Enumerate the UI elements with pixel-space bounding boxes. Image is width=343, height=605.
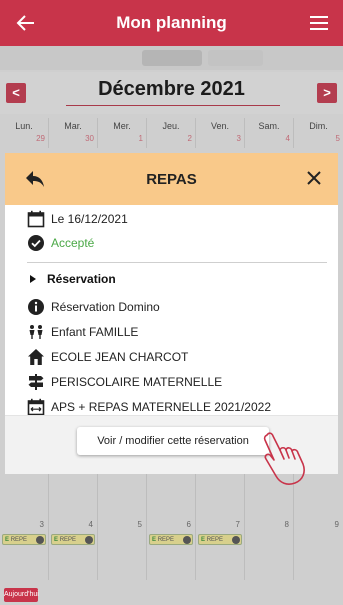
calendar-week-row: 3 E REPE 4 E REPE 5 6 E REPE 7 E REPE 8 …	[0, 472, 343, 580]
month-title: Décembre 2021	[98, 78, 245, 100]
back-arrow-icon[interactable]	[25, 170, 45, 188]
card-title: REPAS	[146, 170, 197, 188]
check-circle-icon	[183, 536, 191, 544]
check-circle-icon	[36, 536, 44, 544]
weekday-header: Mar. 30	[49, 118, 98, 148]
service-row: PERISCOLAIRE MATERNELLE	[27, 373, 222, 391]
service-name: PERISCOLAIRE MATERNELLE	[51, 375, 223, 389]
caret-right-icon	[30, 275, 36, 283]
reservation-chip[interactable]: E REPE	[51, 534, 95, 545]
hamburger-menu-icon[interactable]	[309, 13, 329, 33]
close-icon[interactable]	[306, 170, 322, 186]
status-row: Accepté	[27, 234, 94, 252]
app-bar: Mon planning	[0, 0, 343, 46]
view-edit-reservation-button[interactable]: Voir / modifier cette réservation	[77, 427, 269, 455]
activity-name: APS + REPAS MATERNELLE 2021/2022	[51, 400, 272, 414]
reservation-date: Le 16/12/2021	[51, 212, 128, 226]
calendar-day-cell[interactable]: 8	[245, 472, 294, 580]
check-circle-icon	[85, 536, 93, 544]
school-row: ECOLE JEAN CHARCOT	[27, 348, 188, 366]
next-month-button[interactable]: >	[317, 83, 337, 103]
weekday-header: Lun. 29	[0, 118, 49, 148]
weekday-row: Lun. 29 Mar. 30 Mer. 1 Jeu. 2 Ven. 3 Sam. 4 Di…	[0, 118, 343, 148]
view-toggle[interactable]	[142, 50, 202, 66]
card-header: REPAS	[5, 153, 338, 205]
child-name: Enfant FAMILLE	[51, 325, 139, 339]
calendar-day-cell[interactable]: 7 E REPE	[196, 472, 245, 580]
weekday-header: Jeu. 2	[147, 118, 196, 148]
page-title: Mon planning	[116, 13, 227, 32]
calendar-day-cell[interactable]: 9	[294, 472, 343, 580]
reservation-section-title: Réservation	[47, 272, 116, 286]
info-icon	[28, 299, 44, 315]
divider	[27, 262, 327, 263]
calendar-day-cell[interactable]: 3 E REPE	[0, 472, 49, 580]
reservation-chip[interactable]: E REPE	[2, 534, 46, 545]
reservation-chip[interactable]: E REPE	[149, 534, 193, 545]
status-badge: Accepté	[51, 236, 95, 250]
reservation-source: Réservation Domino	[51, 300, 160, 314]
date-row: Le 16/12/2021	[27, 210, 128, 228]
month-underline	[66, 105, 280, 106]
weekday-header: Ven. 3	[196, 118, 245, 148]
weekday-header: Mer. 1	[98, 118, 147, 148]
today-button[interactable]: Aujourd'hui	[4, 588, 39, 602]
reservation-detail-card: REPAS Le 16/12/2021 Accepté Réservation	[5, 153, 338, 474]
info-row: Réservation Domino	[27, 298, 160, 316]
reservation-section-toggle[interactable]: Réservation	[27, 272, 116, 286]
pointing-hand-icon	[263, 432, 305, 485]
calendar-day-cell[interactable]: 6 E REPE	[147, 472, 196, 580]
view-toolbar	[0, 46, 343, 70]
calendar-icon	[27, 210, 45, 228]
check-circle-icon	[232, 536, 240, 544]
children-icon	[29, 325, 43, 339]
school-icon	[28, 349, 44, 365]
calendar-day-cell[interactable]: 5	[98, 472, 147, 580]
weekday-header: Dim. 5	[309, 121, 340, 143]
child-row: Enfant FAMILLE	[27, 323, 138, 341]
month-bar: < Décembre 2021 >	[0, 72, 343, 114]
calendar-day-cell[interactable]: 4 E REPE	[49, 472, 98, 580]
signpost-icon	[28, 374, 44, 390]
school-name: ECOLE JEAN CHARCOT	[51, 350, 189, 364]
check-circle-icon	[28, 235, 44, 251]
arrow-left-icon[interactable]	[14, 11, 38, 35]
activity-row: APS + REPAS MATERNELLE 2021/2022	[27, 398, 271, 416]
weekday-header: Sam. 4	[245, 118, 294, 148]
reservation-chip[interactable]: E REPE	[198, 534, 242, 545]
calendar-range-icon	[27, 398, 45, 416]
view-toggle-alt[interactable]	[208, 50, 263, 66]
